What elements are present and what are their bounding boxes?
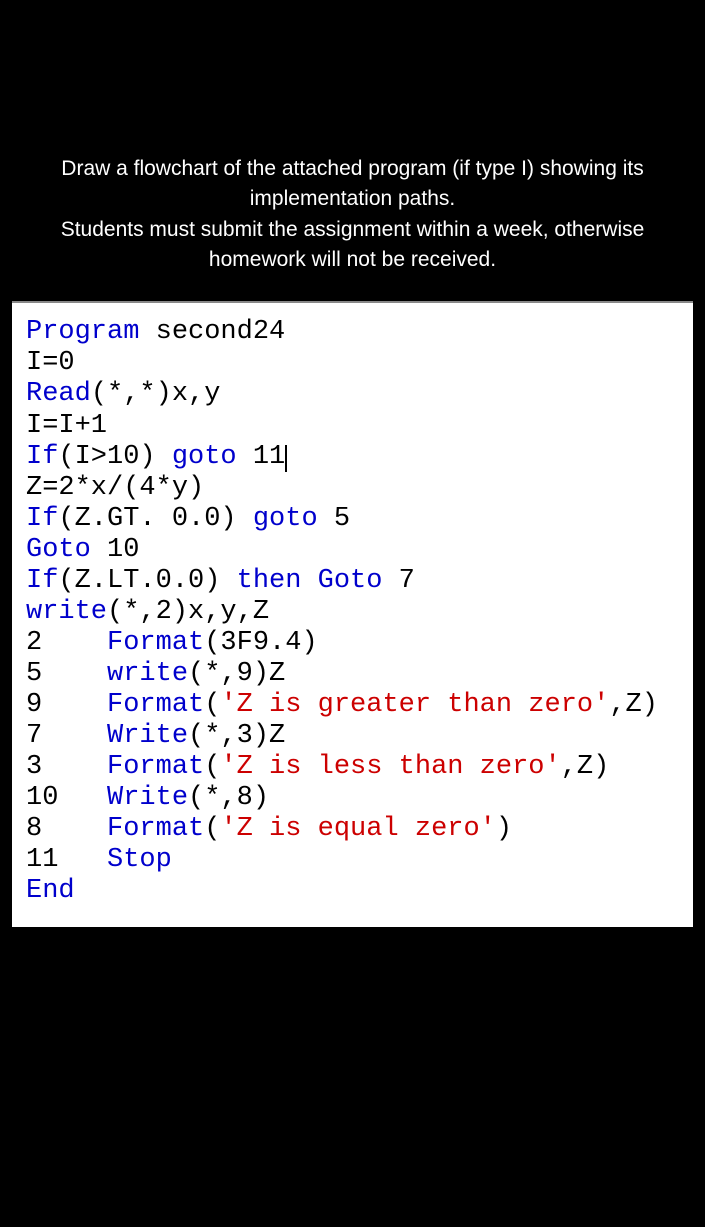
assignment-instructions: Draw a flowchart of the attached program… [0,155,705,301]
code-line-4: I=I+1 [26,411,693,442]
code-panel: Program second24 I=0 Read(*,*)x,y I=I+1 … [12,301,693,927]
code-line-1: Program second24 [26,317,693,348]
code-line-12: 5 write(*,9)Z [26,659,693,690]
top-spacer [0,0,705,155]
code-line-15: 3 Format('Z is less than zero',Z) [26,752,693,783]
code-line-10: write(*,2)x,y,Z [26,597,693,628]
code-line-8: Goto 10 [26,535,693,566]
instruction-line: implementation paths. [30,185,675,213]
code-line-9: If(Z.LT.0.0) then Goto 7 [26,566,693,597]
code-line-18: 11 Stop [26,845,693,876]
code-line-5: If(I>10) goto 11 [26,442,693,473]
bottom-spacer [0,927,705,1227]
code-line-13: 9 Format('Z is greater than zero',Z) [26,690,693,721]
text-cursor [285,445,287,472]
code-line-16: 10 Write(*,8) [26,783,693,814]
instruction-line: Draw a flowchart of the attached program… [30,155,675,183]
code-line-11: 2 Format(3F9.4) [26,628,693,659]
instruction-line: Students must submit the assignment with… [30,216,675,244]
code-line-7: If(Z.GT. 0.0) goto 5 [26,504,693,535]
code-line-19: End [26,876,693,907]
code-line-14: 7 Write(*,3)Z [26,721,693,752]
code-line-17: 8 Format('Z is equal zero') [26,814,693,845]
code-line-2: I=0 [26,348,693,379]
code-line-3: Read(*,*)x,y [26,379,693,410]
instruction-line: homework will not be received. [30,246,675,274]
code-line-6: Z=2*x/(4*y) [26,473,693,504]
